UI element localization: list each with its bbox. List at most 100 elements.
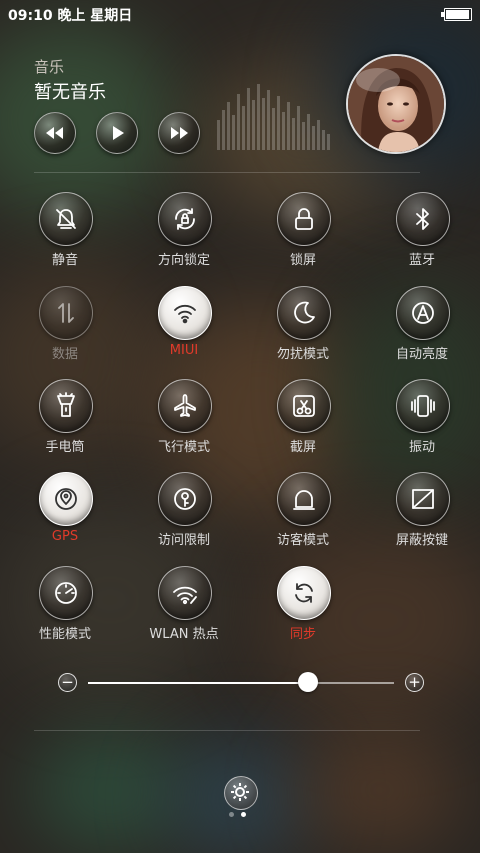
page-dot xyxy=(229,812,234,817)
slider-fill xyxy=(88,682,309,684)
brightness-slider[interactable]: − + xyxy=(58,672,424,694)
music-widget: 音乐 暂无音乐 xyxy=(0,40,480,170)
album-portrait-image xyxy=(348,56,444,152)
toggle-button[interactable] xyxy=(39,286,93,340)
toggle-moon[interactable]: 勿扰模式 xyxy=(253,286,353,370)
toggle-button[interactable] xyxy=(396,472,450,526)
toggle-button[interactable] xyxy=(396,192,450,246)
toggle-auto-brightness[interactable]: 自动亮度 xyxy=(372,286,472,370)
toggle-mobile-data[interactable]: 数据 xyxy=(15,286,115,370)
settings-button[interactable] xyxy=(224,776,258,810)
toggle-label: 方向锁定 xyxy=(157,253,210,268)
toggle-label: 截屏 xyxy=(289,440,316,455)
toggle-button[interactable] xyxy=(158,472,212,526)
play-icon xyxy=(113,126,124,140)
toggle-button[interactable] xyxy=(39,192,93,246)
plus-icon[interactable]: + xyxy=(405,673,424,692)
bluetooth-icon xyxy=(416,208,429,230)
toggle-button[interactable] xyxy=(396,379,450,433)
toggle-wifi[interactable]: MIUI xyxy=(134,286,234,370)
rewind-button[interactable] xyxy=(34,112,76,154)
speedometer-icon xyxy=(55,582,77,604)
toggle-label: WLAN 热点 xyxy=(149,627,219,642)
toggle-button[interactable] xyxy=(277,379,331,433)
toggle-sync[interactable]: 同步 xyxy=(253,566,353,650)
toggle-mute-bell[interactable]: 静音 xyxy=(15,192,115,276)
toggle-label: 勿扰模式 xyxy=(276,347,329,362)
music-category: 音乐 xyxy=(34,58,65,76)
toggle-label: 蓝牙 xyxy=(408,253,435,268)
equalizer-visualizer xyxy=(217,84,330,150)
mobile-data-icon xyxy=(58,303,74,323)
toggle-gps[interactable]: GPS xyxy=(15,472,115,556)
toggle-speedometer[interactable]: 性能模式 xyxy=(15,566,115,650)
sync-icon xyxy=(295,583,313,603)
slider-knob[interactable] xyxy=(298,672,319,692)
screenshot-scissors-icon xyxy=(293,395,315,417)
toggle-button[interactable] xyxy=(158,566,212,620)
flashlight-icon xyxy=(57,392,75,417)
toggle-button[interactable] xyxy=(277,286,331,340)
airplane-icon xyxy=(174,394,196,417)
toggle-label: 屏蔽按键 xyxy=(395,533,448,548)
toggle-label: 数据 xyxy=(51,347,78,362)
auto-brightness-icon xyxy=(412,302,434,324)
toggle-rotation-lock[interactable]: 方向锁定 xyxy=(134,192,234,276)
toggle-label: 静音 xyxy=(51,253,78,268)
toggle-bluetooth[interactable]: 蓝牙 xyxy=(372,192,472,276)
toggle-button[interactable] xyxy=(396,286,450,340)
toggle-button[interactable] xyxy=(277,192,331,246)
fast-forward-button[interactable] xyxy=(158,112,200,154)
toggle-label: 自动亮度 xyxy=(395,347,448,362)
minus-icon[interactable]: − xyxy=(58,673,77,692)
toggle-block-keys[interactable]: 屏蔽按键 xyxy=(372,472,472,556)
album-art[interactable] xyxy=(346,54,446,154)
toggle-button[interactable] xyxy=(277,472,331,526)
lock-icon xyxy=(295,208,313,230)
toggle-button[interactable] xyxy=(158,379,212,433)
moon-icon xyxy=(294,301,315,324)
toggle-guest-mode[interactable]: 访客模式 xyxy=(253,472,353,556)
toggle-label: 飞行模式 xyxy=(157,440,210,455)
toggle-button[interactable] xyxy=(39,379,93,433)
block-keys-icon xyxy=(412,489,434,509)
toggle-screenshot-scissors[interactable]: 截屏 xyxy=(253,379,353,463)
toggle-button[interactable] xyxy=(277,566,331,620)
bottom-divider xyxy=(34,730,420,731)
toggle-button[interactable] xyxy=(39,566,93,620)
vibrate-icon xyxy=(411,395,435,417)
fast-forward-icon xyxy=(171,127,188,139)
top-divider xyxy=(34,172,420,173)
toggle-label: 访问限制 xyxy=(157,533,210,548)
toggle-button[interactable] xyxy=(158,192,212,246)
toggle-label: 振动 xyxy=(408,440,435,455)
toggle-button[interactable] xyxy=(158,286,212,340)
toggle-access-restriction[interactable]: 访问限制 xyxy=(134,472,234,556)
toggle-flashlight[interactable]: 手电筒 xyxy=(15,379,115,463)
status-bar: 09:10 晚上 星期日 xyxy=(0,0,480,28)
rewind-icon xyxy=(46,127,63,139)
toggle-hotspot[interactable]: WLAN 热点 xyxy=(134,566,234,650)
page-indicator xyxy=(229,812,253,820)
toggle-airplane[interactable]: 飞行模式 xyxy=(134,379,234,463)
toggle-label: GPS xyxy=(51,529,79,544)
hotspot-icon xyxy=(173,586,197,605)
toggle-vibrate[interactable]: 振动 xyxy=(372,379,472,463)
battery-icon xyxy=(441,8,472,21)
status-time: 09:10 晚上 星期日 xyxy=(8,8,133,24)
mute-bell-icon xyxy=(56,209,76,229)
toggle-label: 访客模式 xyxy=(276,533,329,548)
gps-icon xyxy=(55,488,77,510)
toggle-label: 锁屏 xyxy=(289,253,316,268)
toggle-label: 性能模式 xyxy=(38,627,91,642)
toggle-lock[interactable]: 锁屏 xyxy=(253,192,353,276)
toggle-button[interactable] xyxy=(39,472,93,526)
page-dot xyxy=(241,812,246,817)
rotation-lock-icon xyxy=(175,208,195,230)
toggle-label: 同步 xyxy=(289,627,316,642)
gear-icon xyxy=(231,783,249,801)
play-button[interactable] xyxy=(96,112,138,154)
toggle-label: MIUI xyxy=(169,343,199,358)
wifi-icon xyxy=(174,304,196,324)
guest-mode-icon xyxy=(293,490,315,510)
